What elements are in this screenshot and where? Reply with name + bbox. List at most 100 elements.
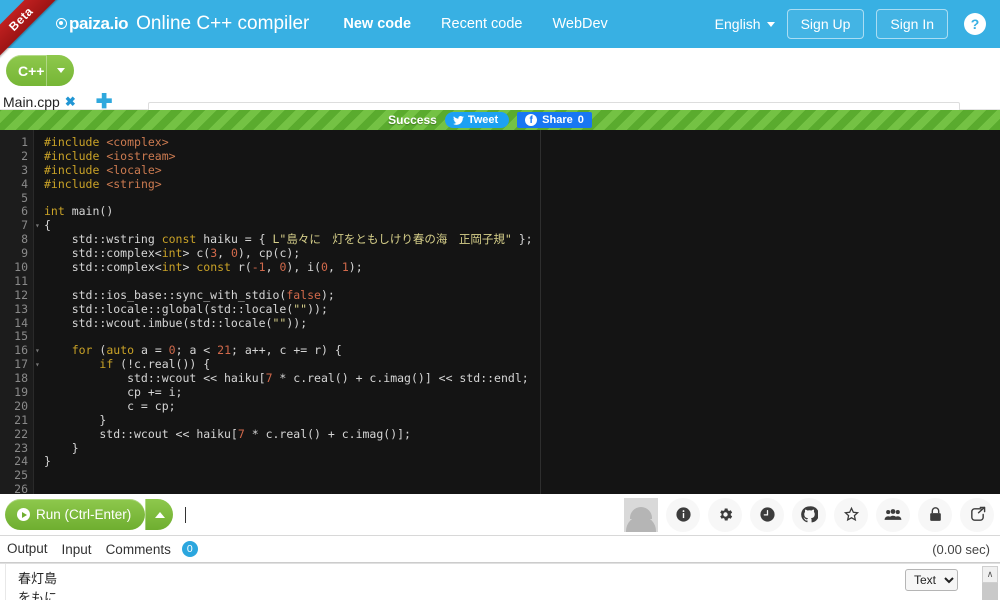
code-line[interactable]: { (44, 219, 1000, 233)
status-badge: Success (388, 113, 437, 127)
run-button[interactable]: Run (Ctrl-Enter) (5, 499, 145, 530)
fold-marker[interactable] (34, 414, 44, 428)
fold-marker[interactable] (34, 330, 44, 344)
editor-subheader: C++ Main.cpp ✖ ✚ (0, 48, 1000, 110)
code-line[interactable]: std::wcout << haiku[7 * c.real() + c.ima… (44, 372, 1000, 386)
code-line[interactable]: std::complex<int> c(3, 0), cp(c); (44, 247, 1000, 261)
users-glyph (884, 507, 902, 522)
add-file-icon[interactable]: ✚ (96, 92, 113, 112)
tab-input[interactable]: Input (55, 538, 99, 561)
line-number: 21 (0, 414, 33, 428)
code-line[interactable]: #include <iostream> (44, 150, 1000, 164)
line-number: 17 (0, 358, 33, 372)
help-icon[interactable]: ? (964, 13, 986, 35)
fold-marker[interactable]: ▾ (34, 344, 44, 358)
code-line[interactable]: if (!c.real()) { (44, 358, 1000, 372)
gear-icon[interactable] (708, 498, 742, 532)
output-left-edge (0, 564, 6, 600)
fold-marker[interactable] (34, 317, 44, 331)
language-dropdown-arrow[interactable] (46, 55, 74, 86)
code-line[interactable]: c = cp; (44, 400, 1000, 414)
output-scrollbar-thumb[interactable] (982, 583, 998, 600)
file-tab-main-cpp[interactable]: Main.cpp ✖ (3, 94, 76, 110)
fold-marker[interactable] (34, 469, 44, 483)
fold-marker[interactable] (34, 386, 44, 400)
fold-marker[interactable] (34, 442, 44, 456)
export-icon[interactable] (960, 498, 994, 532)
fold-marker[interactable] (34, 233, 44, 247)
fold-marker[interactable] (34, 178, 44, 192)
fold-marker[interactable] (34, 205, 44, 219)
brand[interactable]: paiza.io Online C++ compiler (56, 13, 309, 35)
tab-output[interactable]: Output (0, 537, 55, 562)
code-line[interactable]: } (44, 442, 1000, 456)
fold-marker[interactable] (34, 150, 44, 164)
tab-comments[interactable]: Comments (99, 538, 178, 561)
users-icon[interactable] (876, 498, 910, 532)
code-line[interactable]: std::locale::global(std::locale("")); (44, 303, 1000, 317)
sign-in-button[interactable]: Sign In (876, 9, 948, 39)
fold-marker[interactable] (34, 289, 44, 303)
scroll-up-button[interactable]: ∧ (982, 566, 998, 583)
code-line[interactable]: std::wcout << haiku[7 * c.real() + c.ima… (44, 428, 1000, 442)
facebook-share-button[interactable]: f Share 0 (517, 112, 592, 128)
line-number: 5 (0, 192, 33, 206)
code-line[interactable]: #include <string> (44, 178, 1000, 192)
fold-marker[interactable] (34, 164, 44, 178)
fold-marker[interactable]: ▾ (34, 358, 44, 372)
info-icon[interactable] (666, 498, 700, 532)
nav-recent-code[interactable]: Recent code (441, 16, 522, 32)
fold-marker[interactable] (34, 192, 44, 206)
text-cursor (185, 507, 186, 523)
avatar[interactable] (624, 498, 658, 532)
fold-marker[interactable] (34, 483, 44, 494)
github-icon[interactable] (792, 498, 826, 532)
tweet-button[interactable]: Tweet (445, 112, 509, 128)
line-number: 4 (0, 178, 33, 192)
history-icon[interactable] (750, 498, 784, 532)
code-line[interactable] (44, 483, 1000, 494)
fold-marker[interactable] (34, 400, 44, 414)
code-line[interactable]: for (auto a = 0; a < 21; a++, c += r) { (44, 344, 1000, 358)
code-line[interactable] (44, 330, 1000, 344)
code-line[interactable]: #include <locale> (44, 164, 1000, 178)
gear-glyph (717, 506, 734, 523)
fold-marker[interactable] (34, 455, 44, 469)
close-icon[interactable]: ✖ (65, 94, 76, 110)
run-options-button[interactable] (145, 499, 173, 530)
code-line[interactable]: std::ios_base::sync_with_stdio(false); (44, 289, 1000, 303)
fold-marker[interactable] (34, 303, 44, 317)
code-line[interactable]: #include <complex> (44, 136, 1000, 150)
nav-webdev[interactable]: WebDev (552, 16, 607, 32)
code-line[interactable] (44, 192, 1000, 206)
code-line[interactable]: std::wcout.imbue(std::locale("")); (44, 317, 1000, 331)
fold-marker[interactable] (34, 247, 44, 261)
code-line[interactable]: cp += i; (44, 386, 1000, 400)
nav-new-code[interactable]: New code (343, 16, 411, 32)
fold-marker[interactable] (34, 261, 44, 275)
code-fold-column[interactable]: ▾▾▾ (34, 130, 44, 494)
code-line[interactable]: } (44, 455, 1000, 469)
fold-marker[interactable] (34, 372, 44, 386)
language-selector[interactable]: English (715, 16, 775, 32)
sign-up-button[interactable]: Sign Up (787, 9, 865, 39)
code-line[interactable] (44, 275, 1000, 289)
comments-count-badge: 0 (182, 541, 198, 557)
paiza-logo[interactable]: paiza.io (56, 14, 128, 34)
fold-marker[interactable] (34, 136, 44, 150)
star-icon[interactable] (834, 498, 868, 532)
code-line[interactable]: std::complex<int> const r(-1, 0), i(0, 1… (44, 261, 1000, 275)
code-line[interactable]: std::wstring const haiku = { L"島々に 灯をともし… (44, 233, 1000, 247)
code-line[interactable]: int main() (44, 205, 1000, 219)
fold-marker[interactable] (34, 275, 44, 289)
header-right: English Sign Up Sign In ? (715, 9, 1000, 39)
fold-marker[interactable] (34, 428, 44, 442)
fold-marker[interactable]: ▾ (34, 219, 44, 233)
code-line[interactable] (44, 469, 1000, 483)
code-content[interactable]: #include <complex>#include <iostream>#in… (44, 130, 1000, 494)
lock-icon[interactable] (918, 498, 952, 532)
output-format-select[interactable]: Text (905, 569, 958, 591)
code-line[interactable]: } (44, 414, 1000, 428)
output-panel: 春灯島 をもに Text ∧ (0, 563, 1000, 600)
code-editor[interactable]: 1234567891011121314151617181920212223242… (0, 130, 1000, 494)
